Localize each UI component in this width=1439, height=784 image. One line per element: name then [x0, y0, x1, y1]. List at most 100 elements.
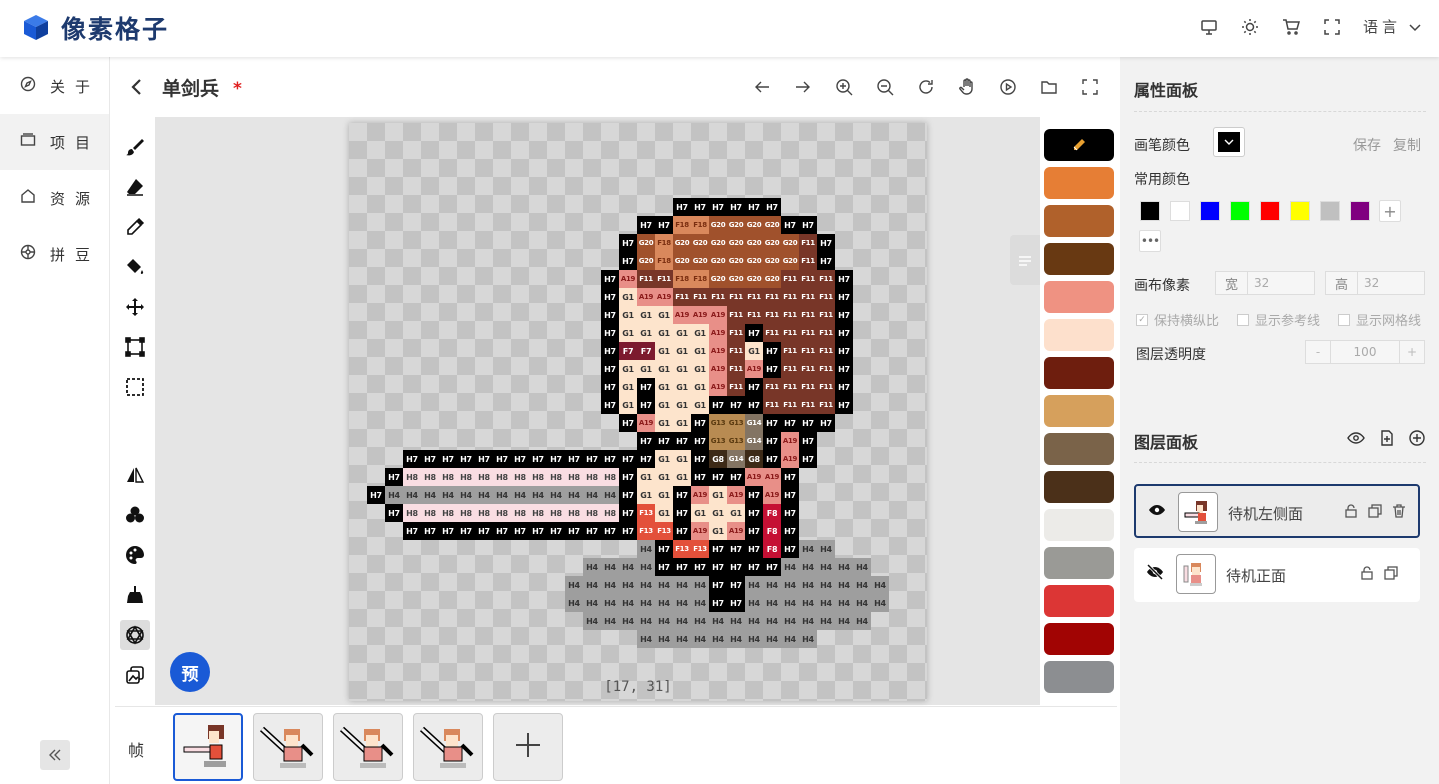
new-file-icon[interactable]: [1379, 430, 1395, 450]
eye-icon[interactable]: [1148, 502, 1166, 521]
eraser-icon[interactable]: [120, 172, 150, 202]
pixel-cell[interactable]: G20: [745, 252, 763, 270]
frame-thumbnail[interactable]: [413, 713, 483, 781]
pixel-cell[interactable]: H8: [529, 468, 547, 486]
brush-color-picker[interactable]: [1213, 127, 1245, 157]
pixel-cell[interactable]: H7: [763, 342, 781, 360]
pixel-cell[interactable]: G1: [637, 306, 655, 324]
pixel-cell[interactable]: H8: [565, 504, 583, 522]
pixel-cell[interactable]: H4: [745, 630, 763, 648]
pixel-cell[interactable]: G20: [637, 234, 655, 252]
pixel-cell[interactable]: A19: [763, 468, 781, 486]
palette-swatch[interactable]: [1044, 395, 1114, 427]
common-color-swatch[interactable]: [1350, 201, 1370, 221]
pixel-cell[interactable]: A19: [727, 486, 745, 504]
pixel-cell[interactable]: H4: [619, 594, 637, 612]
pixel-cell[interactable]: F11: [799, 234, 817, 252]
pixel-cell[interactable]: H4: [817, 612, 835, 630]
pixel-cell[interactable]: G1: [691, 378, 709, 396]
pixel-cell[interactable]: F11: [763, 324, 781, 342]
pixel-cell[interactable]: H4: [709, 612, 727, 630]
pixel-cell[interactable]: F11: [799, 306, 817, 324]
palette-swatch[interactable]: [1044, 243, 1114, 275]
pixel-cell[interactable]: H7: [835, 324, 853, 342]
pixel-cell[interactable]: G1: [655, 360, 673, 378]
pixel-cell[interactable]: G1: [691, 504, 709, 522]
pixel-cell[interactable]: H4: [817, 576, 835, 594]
pixel-cell[interactable]: H4: [817, 558, 835, 576]
pixel-cell[interactable]: G1: [655, 468, 673, 486]
nav-item-resources[interactable]: 资源: [0, 170, 109, 226]
pixel-cell[interactable]: H4: [781, 558, 799, 576]
pixel-cell[interactable]: G20: [727, 252, 745, 270]
show-grid-checkbox[interactable]: 显示网格线: [1338, 310, 1421, 329]
pixel-cell[interactable]: G20: [781, 252, 799, 270]
pixel-cell[interactable]: G8: [709, 450, 727, 468]
pixel-cell[interactable]: F18: [691, 270, 709, 288]
pixel-cell[interactable]: H4: [655, 576, 673, 594]
pixel-cell[interactable]: H4: [781, 612, 799, 630]
pixel-cell[interactable]: H7: [691, 198, 709, 216]
pixel-cell[interactable]: G1: [745, 342, 763, 360]
pixel-cell[interactable]: F18: [655, 234, 673, 252]
pixel-cell[interactable]: G20: [691, 252, 709, 270]
pixel-cell[interactable]: F7: [619, 342, 637, 360]
language-selector[interactable]: 语言: [1363, 16, 1421, 37]
pixel-cell[interactable]: F11: [781, 270, 799, 288]
pixel-cell[interactable]: H4: [601, 486, 619, 504]
crop-icon[interactable]: [120, 332, 150, 362]
pixel-cell[interactable]: G20: [727, 270, 745, 288]
pixel-cell[interactable]: A19: [727, 522, 745, 540]
pixel-cell[interactable]: H7: [547, 450, 565, 468]
pixel-cell[interactable]: A19: [691, 306, 709, 324]
pixel-cell[interactable]: G1: [691, 396, 709, 414]
pixel-cell[interactable]: H7: [781, 504, 799, 522]
pixel-cell[interactable]: H7: [709, 396, 727, 414]
pixel-cell[interactable]: A19: [709, 324, 727, 342]
pixel-cell[interactable]: H7: [691, 450, 709, 468]
pixel-cell[interactable]: F18: [673, 216, 691, 234]
pixel-cell[interactable]: H7: [817, 414, 835, 432]
pixel-cell[interactable]: H7: [403, 450, 421, 468]
nav-item-projects[interactable]: 项目: [0, 114, 109, 170]
pixel-cell[interactable]: H7: [727, 468, 745, 486]
pixel-cell[interactable]: F11: [817, 270, 835, 288]
pixel-cell[interactable]: H7: [727, 558, 745, 576]
pixel-cell[interactable]: G20: [691, 234, 709, 252]
pixel-cell[interactable]: F11: [727, 324, 745, 342]
pixel-cell[interactable]: A19: [709, 360, 727, 378]
pixel-cell[interactable]: G1: [673, 414, 691, 432]
pixel-cell[interactable]: F11: [799, 288, 817, 306]
palette-swatch[interactable]: [1044, 281, 1114, 313]
pixel-cell[interactable]: G20: [727, 216, 745, 234]
cluster-icon[interactable]: [120, 500, 150, 530]
pixel-cell[interactable]: G20: [637, 252, 655, 270]
pixel-cell[interactable]: H8: [421, 468, 439, 486]
pixel-cell[interactable]: H7: [511, 522, 529, 540]
pixel-cell[interactable]: G1: [619, 378, 637, 396]
pixel-cell[interactable]: F11: [799, 378, 817, 396]
pixel-cell[interactable]: F11: [781, 396, 799, 414]
pixel-cell[interactable]: H7: [601, 522, 619, 540]
pixel-cell[interactable]: H7: [781, 486, 799, 504]
pixel-cell[interactable]: G1: [673, 450, 691, 468]
pixel-cell[interactable]: H4: [763, 630, 781, 648]
redo-icon[interactable]: [793, 77, 813, 97]
pixel-cell[interactable]: H7: [619, 468, 637, 486]
pixel-cell[interactable]: H4: [781, 630, 799, 648]
pixel-cell[interactable]: F11: [763, 396, 781, 414]
pixel-cell[interactable]: H8: [421, 504, 439, 522]
pixel-cell[interactable]: H7: [619, 414, 637, 432]
pixel-cell[interactable]: F11: [799, 324, 817, 342]
palette-swatch[interactable]: [1044, 509, 1114, 541]
pixel-cell[interactable]: H7: [745, 540, 763, 558]
pixel-cell[interactable]: H4: [799, 612, 817, 630]
pixel-cell[interactable]: G13: [727, 414, 745, 432]
pixel-cell[interactable]: H4: [457, 486, 475, 504]
pixel-cell[interactable]: G1: [691, 342, 709, 360]
pixel-cell[interactable]: H8: [403, 468, 421, 486]
pixel-cell[interactable]: H7: [511, 450, 529, 468]
pixel-cell[interactable]: H4: [835, 576, 853, 594]
pixel-cell[interactable]: H4: [691, 630, 709, 648]
pixel-cell[interactable]: F11: [691, 288, 709, 306]
